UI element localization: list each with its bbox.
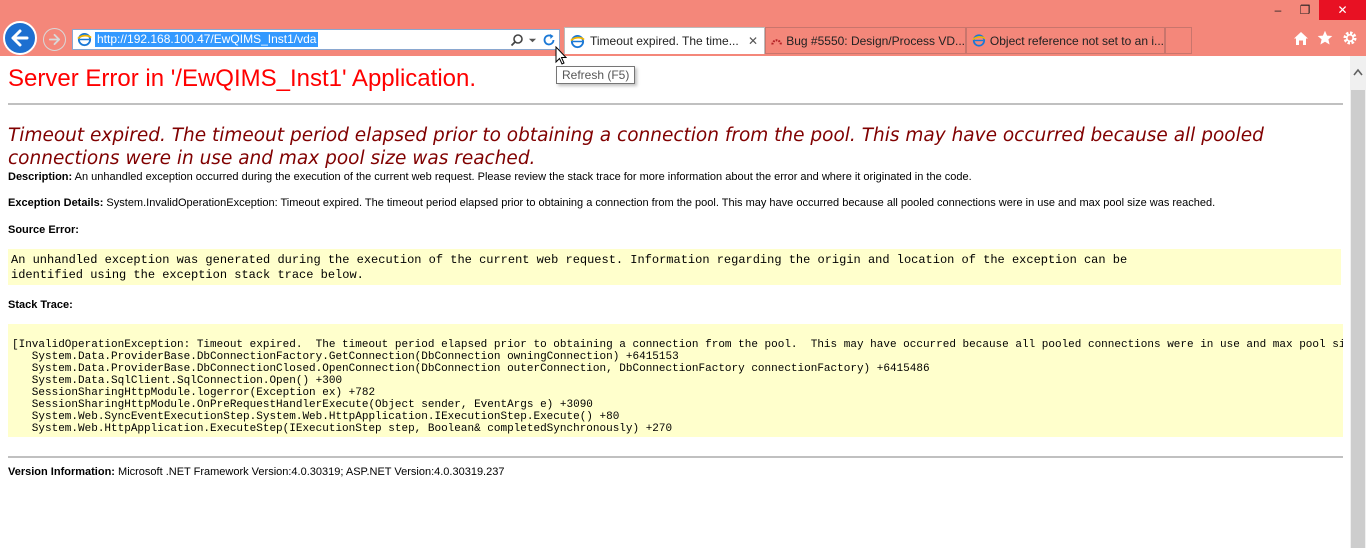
tab-bug-5550[interactable]: Bug #5550: Design/Process VD... bbox=[765, 27, 966, 54]
ie-page-icon bbox=[972, 34, 986, 47]
version-text: Microsoft .NET Framework Version:4.0.303… bbox=[118, 466, 505, 478]
mouse-cursor-icon bbox=[555, 46, 568, 65]
browser-chrome: – ❐ ✕ http://192.168.100.47/EwQIMS_Inst1… bbox=[0, 0, 1366, 56]
address-url[interactable]: http://192.168.100.47/EwQIMS_Inst1/vda bbox=[95, 32, 319, 47]
close-tab-icon[interactable]: ✕ bbox=[748, 34, 758, 48]
ie-page-icon bbox=[570, 34, 585, 48]
favorites-star-icon[interactable] bbox=[1317, 30, 1333, 46]
restore-button[interactable]: ❐ bbox=[1294, 0, 1316, 20]
stack-trace-box: [InvalidOperationException: Timeout expi… bbox=[8, 324, 1343, 437]
dropdown-arrow-icon[interactable] bbox=[528, 36, 537, 45]
refresh-icon[interactable] bbox=[542, 33, 556, 47]
exception-details-section: Exception Details: System.InvalidOperati… bbox=[8, 197, 1215, 209]
divider bbox=[8, 456, 1343, 458]
scrollbar-thumb[interactable] bbox=[1351, 90, 1365, 548]
stack-trace-text: [InvalidOperationException: Timeout expi… bbox=[12, 339, 1343, 435]
stack-trace-heading: Stack Trace: bbox=[8, 299, 73, 311]
tab-label: Object reference not set to an i... bbox=[989, 33, 1164, 48]
source-error-box: An unhandled exception was generated dur… bbox=[8, 249, 1341, 285]
new-tab-button[interactable] bbox=[1165, 27, 1192, 54]
description-text: An unhandled exception occurred during t… bbox=[74, 171, 972, 183]
tab-label: Bug #5550: Design/Process VD... bbox=[786, 33, 965, 48]
exception-details-text: System.InvalidOperationException: Timeou… bbox=[106, 197, 1216, 209]
close-window-button[interactable]: ✕ bbox=[1319, 0, 1366, 20]
back-button[interactable] bbox=[3, 21, 37, 55]
description-section: Description: An unhandled exception occu… bbox=[8, 171, 972, 183]
tab-label: Timeout expired. The time... bbox=[590, 34, 739, 48]
scroll-up-icon[interactable] bbox=[1353, 68, 1363, 76]
back-arrow-icon bbox=[11, 29, 29, 47]
page-content: Server Error in '/EwQIMS_Inst1' Applicat… bbox=[8, 56, 1343, 548]
forward-arrow-icon bbox=[48, 33, 61, 46]
tab-timeout-expired[interactable]: Timeout expired. The time... ✕ bbox=[564, 27, 765, 54]
settings-gear-icon[interactable] bbox=[1342, 30, 1358, 46]
source-error-heading: Source Error: bbox=[8, 224, 79, 236]
ie-page-icon bbox=[77, 32, 92, 47]
redmine-icon bbox=[771, 38, 782, 45]
home-icon[interactable] bbox=[1293, 31, 1309, 46]
vertical-scrollbar[interactable] bbox=[1350, 56, 1366, 548]
page-title: Server Error in '/EwQIMS_Inst1' Applicat… bbox=[8, 65, 477, 92]
divider bbox=[8, 103, 1343, 105]
source-error-text: An unhandled exception was generated dur… bbox=[11, 253, 1128, 282]
search-icon[interactable] bbox=[510, 33, 524, 47]
version-information: Version Information: Microsoft .NET Fram… bbox=[8, 466, 504, 478]
tab-object-reference[interactable]: Object reference not set to an i... bbox=[966, 27, 1165, 54]
refresh-tooltip: Refresh (F5) bbox=[556, 66, 636, 84]
address-bar[interactable]: http://192.168.100.47/EwQIMS_Inst1/vda bbox=[72, 29, 560, 50]
error-message: Timeout expired. The timeout period elap… bbox=[8, 125, 1264, 169]
forward-button[interactable] bbox=[43, 28, 66, 51]
minimize-button[interactable]: – bbox=[1268, 0, 1288, 20]
exception-details-label: Exception Details: bbox=[8, 197, 104, 209]
version-label: Version Information: bbox=[8, 466, 115, 478]
description-label: Description: bbox=[8, 171, 73, 183]
